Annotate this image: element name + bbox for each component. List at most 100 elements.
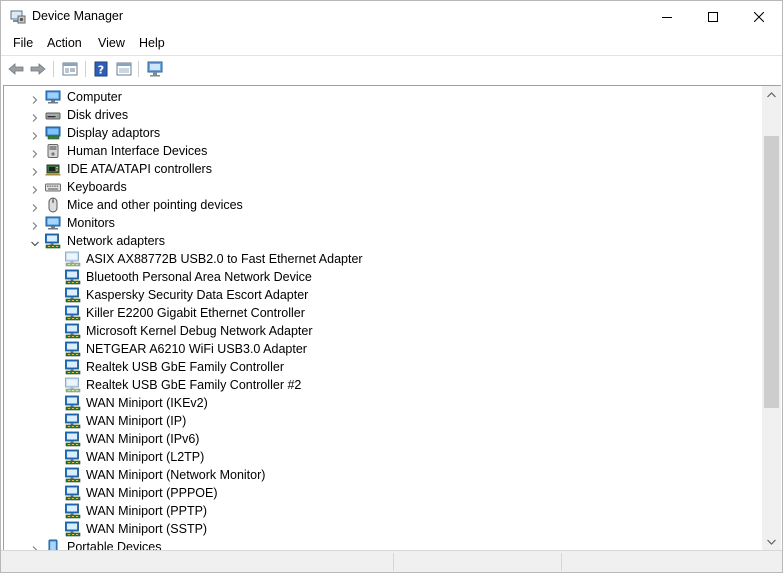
tree-category-label: Computer bbox=[67, 90, 122, 104]
expand-toggle[interactable] bbox=[31, 93, 39, 104]
forward-button[interactable] bbox=[28, 59, 48, 79]
scan-hardware-button[interactable] bbox=[145, 59, 165, 79]
mouse-icon bbox=[45, 197, 61, 213]
chevron-right-icon bbox=[32, 96, 38, 104]
scroll-up-button[interactable] bbox=[762, 86, 781, 103]
tree-category-monitors[interactable]: Monitors bbox=[4, 214, 744, 232]
chevron-right-icon bbox=[32, 186, 38, 194]
tree-category-label: Display adaptors bbox=[67, 126, 161, 140]
expand-toggle[interactable] bbox=[31, 183, 39, 194]
chevron-right-icon bbox=[32, 114, 38, 122]
computer-icon bbox=[45, 89, 61, 105]
toolbar-separator bbox=[53, 61, 54, 77]
tree-category-keyboards[interactable]: Keyboards bbox=[4, 178, 744, 196]
expand-toggle[interactable] bbox=[31, 543, 39, 550]
tree-device-item[interactable]: WAN Miniport (IP) bbox=[4, 412, 744, 430]
hid-icon bbox=[45, 143, 61, 159]
scroll-down-button[interactable] bbox=[762, 533, 781, 550]
tree-device-label: Bluetooth Personal Area Network Device bbox=[86, 270, 312, 284]
display-adapter-icon bbox=[45, 125, 61, 141]
vertical-scrollbar[interactable] bbox=[762, 86, 781, 550]
tree-category-mice-and-other-pointing-devices[interactable]: Mice and other pointing devices bbox=[4, 196, 744, 214]
menu-help[interactable]: Help bbox=[137, 36, 167, 50]
status-bar bbox=[1, 550, 782, 572]
minimize-button[interactable] bbox=[644, 1, 690, 33]
expand-toggle[interactable] bbox=[31, 111, 39, 122]
tree-device-label: Kaspersky Security Data Escort Adapter bbox=[86, 288, 309, 302]
expand-toggle[interactable] bbox=[31, 165, 39, 176]
chevron-right-icon bbox=[32, 132, 38, 140]
tree-category-disk-drives[interactable]: Disk drives bbox=[4, 106, 744, 124]
tree-device-item[interactable]: WAN Miniport (PPTP) bbox=[4, 502, 744, 520]
network-adapter-icon bbox=[65, 395, 81, 411]
tree-device-label: ASIX AX88772B USB2.0 to Fast Ethernet Ad… bbox=[86, 252, 363, 266]
expand-toggle[interactable] bbox=[31, 129, 39, 140]
expand-toggle[interactable] bbox=[31, 201, 39, 212]
close-button[interactable] bbox=[736, 1, 782, 33]
tree-device-item[interactable]: Kaspersky Security Data Escort Adapter bbox=[4, 286, 744, 304]
help-button[interactable]: ? bbox=[91, 59, 111, 79]
tree-category-computer[interactable]: Computer bbox=[4, 88, 744, 106]
tree-category-label: Human Interface Devices bbox=[67, 144, 208, 158]
network-adapter-icon bbox=[65, 305, 81, 321]
scrollbar-thumb[interactable] bbox=[764, 136, 779, 408]
tree-category-display-adaptors[interactable]: Display adaptors bbox=[4, 124, 744, 142]
tree-device-item[interactable]: WAN Miniport (IKEv2) bbox=[4, 394, 744, 412]
chevron-right-icon bbox=[32, 150, 38, 158]
tree-device-item[interactable]: NETGEAR A6210 WiFi USB3.0 Adapter bbox=[4, 340, 744, 358]
status-cell bbox=[393, 553, 561, 571]
tree-device-item[interactable]: WAN Miniport (PPPOE) bbox=[4, 484, 744, 502]
tree-category-label: Portable Devices bbox=[67, 540, 162, 550]
network-adapter-icon bbox=[65, 413, 81, 429]
tree-category-portable-devices[interactable]: Portable Devices bbox=[4, 538, 744, 550]
disabled-network-adapter-icon bbox=[65, 377, 81, 393]
expand-toggle[interactable] bbox=[31, 219, 39, 230]
tree-device-item[interactable]: WAN Miniport (IPv6) bbox=[4, 430, 744, 448]
title-bar[interactable]: Device Manager bbox=[1, 1, 782, 33]
tree-device-label: NETGEAR A6210 WiFi USB3.0 Adapter bbox=[86, 342, 307, 356]
tree-device-item[interactable]: Realtek USB GbE Family Controller #2 bbox=[4, 376, 744, 394]
tree-device-item[interactable]: Bluetooth Personal Area Network Device bbox=[4, 268, 744, 286]
tree-device-item[interactable]: WAN Miniport (Network Monitor) bbox=[4, 466, 744, 484]
device-tree-panel[interactable]: Computer Disk drives Display adaptors Human… bbox=[3, 85, 781, 550]
tree-device-label: WAN Miniport (IP) bbox=[86, 414, 187, 428]
tree-device-item[interactable]: WAN Miniport (SSTP) bbox=[4, 520, 744, 538]
properties-console-icon bbox=[62, 62, 78, 76]
network-adapter-icon bbox=[45, 233, 61, 249]
back-arrow-icon bbox=[8, 63, 24, 75]
help-icon: ? bbox=[94, 61, 108, 77]
tree-device-item[interactable]: WAN Miniport (L2TP) bbox=[4, 448, 744, 466]
update-driver-button[interactable] bbox=[114, 59, 134, 79]
network-adapter-icon bbox=[65, 431, 81, 447]
tree-device-item[interactable]: Realtek USB GbE Family Controller bbox=[4, 358, 744, 376]
tree-device-label: Killer E2200 Gigabit Ethernet Controller bbox=[86, 306, 305, 320]
tree-category-label: Network adapters bbox=[67, 234, 165, 248]
menu-action[interactable]: Action bbox=[45, 36, 84, 50]
menu-file[interactable]: File bbox=[11, 36, 35, 50]
tree-category-ide-ata-atapi-controllers[interactable]: IDE ATA/ATAPI controllers bbox=[4, 160, 744, 178]
tree-device-item[interactable]: Microsoft Kernel Debug Network Adapter bbox=[4, 322, 744, 340]
status-cell bbox=[561, 553, 782, 571]
scan-hardware-icon bbox=[147, 61, 163, 77]
maximize-button[interactable] bbox=[690, 1, 736, 33]
tree-category-human-interface-devices[interactable]: Human Interface Devices bbox=[4, 142, 744, 160]
tree-device-label: WAN Miniport (IKEv2) bbox=[86, 396, 208, 410]
network-adapter-icon bbox=[65, 521, 81, 537]
monitor-icon bbox=[45, 215, 61, 231]
tree-category-network-adapters[interactable]: Network adapters bbox=[4, 232, 744, 250]
tree-device-label: WAN Miniport (SSTP) bbox=[86, 522, 208, 536]
ide-controller-icon bbox=[45, 161, 61, 177]
tree-device-label: WAN Miniport (PPPOE) bbox=[86, 486, 218, 500]
expand-toggle[interactable] bbox=[31, 147, 39, 158]
back-button[interactable] bbox=[6, 59, 26, 79]
portable-device-icon bbox=[45, 539, 61, 550]
network-adapter-icon bbox=[65, 269, 81, 285]
tree-device-item[interactable]: Killer E2200 Gigabit Ethernet Controller bbox=[4, 304, 744, 322]
menu-view[interactable]: View bbox=[96, 36, 127, 50]
collapse-toggle[interactable] bbox=[31, 237, 39, 247]
properties-console-button[interactable] bbox=[60, 59, 80, 79]
network-adapter-icon bbox=[65, 449, 81, 465]
network-adapter-icon bbox=[65, 467, 81, 483]
keyboard-icon bbox=[45, 179, 61, 195]
tree-device-item[interactable]: ASIX AX88772B USB2.0 to Fast Ethernet Ad… bbox=[4, 250, 744, 268]
